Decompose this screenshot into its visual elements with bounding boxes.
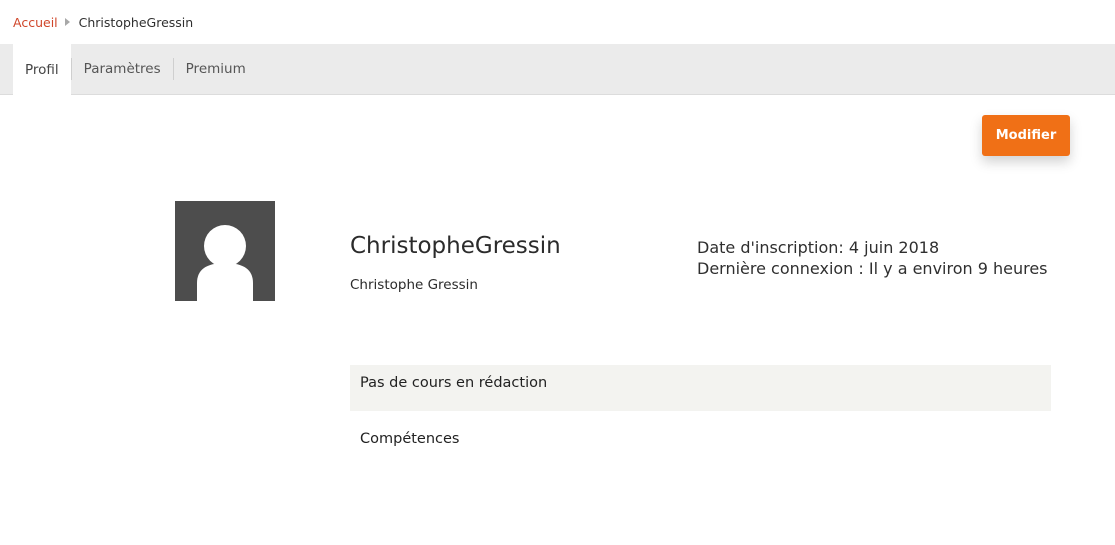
tab-parametres[interactable]: Paramètres: [72, 44, 173, 94]
courses-section: Pas de cours en rédaction: [350, 365, 1051, 411]
breadcrumb-home-link[interactable]: Accueil: [13, 15, 58, 30]
courses-section-label: Pas de cours en rédaction: [360, 375, 548, 391]
profile-dates: Date d'inscription: 4 juin 2018 Dernière…: [697, 237, 1048, 279]
skills-section-label: Compétences: [360, 431, 460, 447]
tab-premium-label: Premium: [185, 61, 246, 77]
breadcrumb-separator-icon: [64, 18, 70, 26]
tab-parametres-label: Paramètres: [83, 61, 161, 77]
tab-profil[interactable]: Profil: [13, 44, 71, 95]
profile-username: ChristopheGressin: [350, 233, 561, 259]
breadcrumb-current: ChristopheGressin: [78, 14, 194, 30]
profile-tabs: Profil Paramètres Premium: [0, 44, 1115, 95]
edit-profile-button[interactable]: Modifier: [982, 115, 1070, 156]
breadcrumb: Accueil ChristopheGressin: [0, 0, 1115, 44]
last-login: Dernière connexion : Il y a environ 9 he…: [697, 259, 1048, 278]
default-user-avatar-icon: [197, 225, 253, 301]
profile-full-name: Christophe Gressin: [350, 277, 478, 293]
registration-date: Date d'inscription: 4 juin 2018: [697, 238, 940, 257]
tab-profil-label: Profil: [25, 61, 59, 78]
tab-premium[interactable]: Premium: [174, 44, 258, 94]
avatar: [175, 201, 275, 301]
skills-section: Compétences: [350, 421, 1051, 461]
